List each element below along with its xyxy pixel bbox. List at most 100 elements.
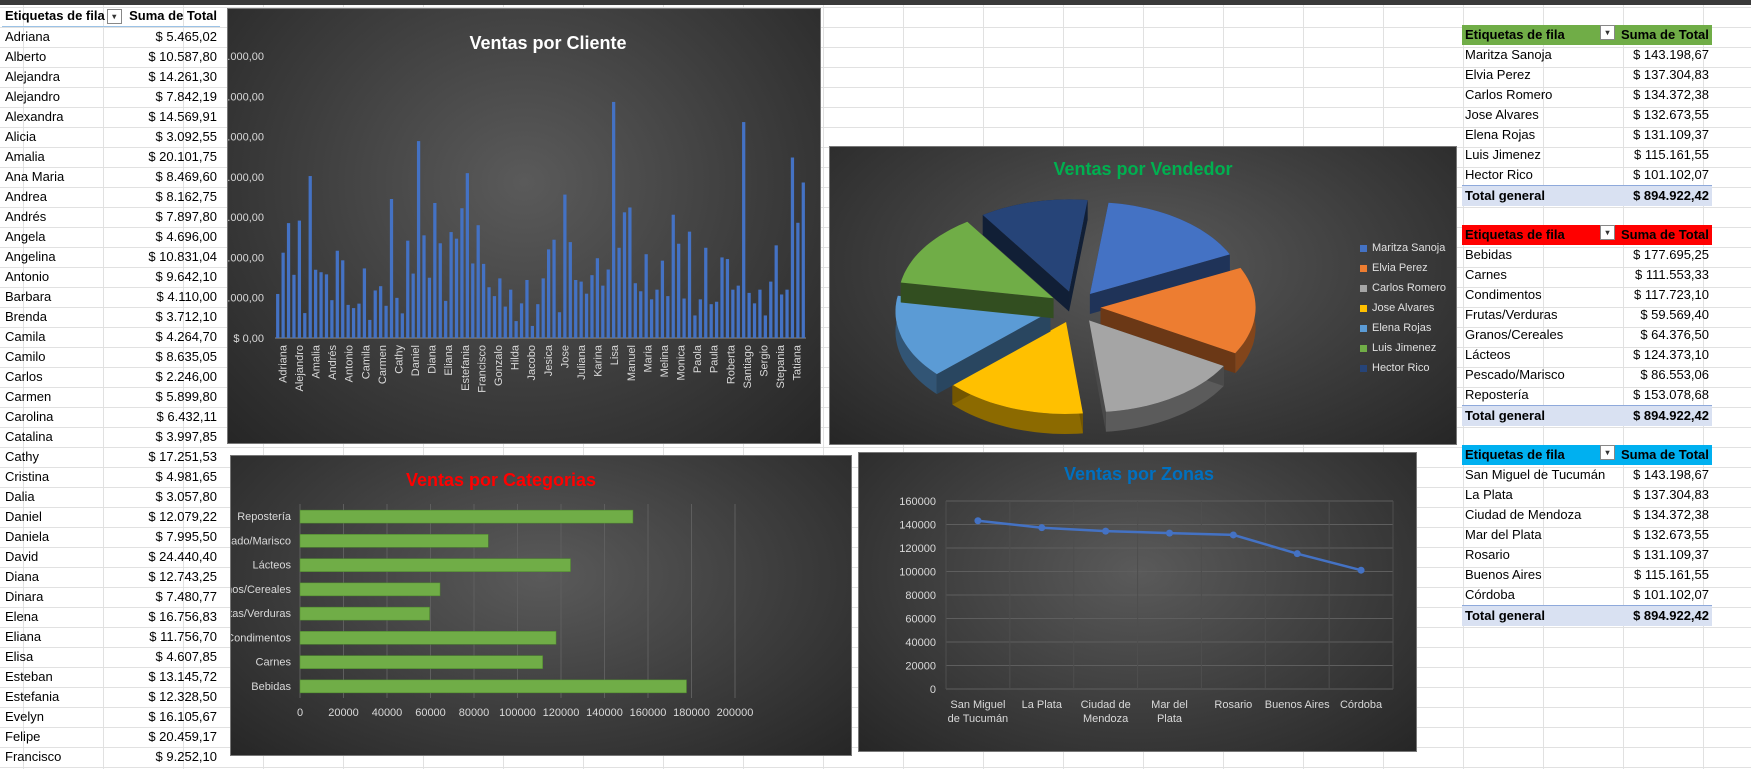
row-value[interactable]: $ 17.251,53	[126, 447, 220, 467]
row-value[interactable]: $ 143.198,67	[1618, 465, 1712, 485]
row-value[interactable]: $ 134.372,38	[1618, 85, 1712, 105]
bar[interactable]	[568, 242, 572, 338]
pivot-row[interactable]: Repostería $ 153.078,68	[1462, 385, 1712, 406]
pivot-row[interactable]: Camila $ 4.264,70	[2, 327, 220, 347]
chart-ventas-por-categorias[interactable]: Ventas por Categorias 0 20000 40000 60000 800…	[230, 455, 852, 756]
bar[interactable]	[655, 289, 659, 338]
bar[interactable]	[335, 250, 339, 338]
row-label[interactable]: Andrés	[2, 207, 126, 227]
bar[interactable]	[720, 257, 724, 338]
pivot-row[interactable]: San Miguel de Tucumán $ 143.198,67	[1462, 465, 1712, 485]
pivot-row[interactable]: Daniel $ 12.079,22	[2, 507, 220, 527]
bar[interactable]	[552, 239, 556, 338]
bar[interactable]	[476, 225, 480, 338]
bar[interactable]	[595, 258, 600, 338]
row-label[interactable]: Repostería	[1462, 385, 1618, 406]
bar[interactable]	[763, 315, 767, 338]
row-label[interactable]: Ana Maria	[2, 167, 126, 187]
pivot-row[interactable]: Andrés $ 7.897,80	[2, 207, 220, 227]
bar[interactable]	[299, 534, 489, 548]
bar[interactable]	[330, 300, 334, 338]
row-value[interactable]: $ 7.480,77	[126, 587, 220, 607]
bar[interactable]	[612, 101, 616, 338]
row-label[interactable]: Daniel	[2, 507, 126, 527]
row-label[interactable]: Amalia	[2, 147, 126, 167]
bar[interactable]	[438, 243, 442, 338]
pivot-row[interactable]: Luis Jimenez $ 115.161,55	[1462, 145, 1712, 165]
bar[interactable]	[769, 281, 773, 338]
bar[interactable]	[297, 220, 302, 338]
pivot-header-value[interactable]: Suma de Total	[1618, 25, 1712, 45]
bar[interactable]	[362, 268, 367, 338]
bar[interactable]	[351, 308, 356, 338]
row-value[interactable]: $ 137.304,83	[1618, 65, 1712, 85]
pivot-row[interactable]: Catalina $ 3.997,85	[2, 427, 220, 447]
bar[interactable]	[492, 296, 497, 338]
row-value[interactable]: $ 12.743,25	[126, 567, 220, 587]
pivot-row[interactable]: Alicia $ 3.092,55	[2, 127, 220, 147]
row-label[interactable]: Barbara	[2, 287, 126, 307]
pivot-row[interactable]: Lácteos $ 124.373,10	[1462, 345, 1712, 365]
pivot-header-value[interactable]: Suma de Total	[1618, 225, 1712, 245]
bar[interactable]	[563, 194, 567, 338]
pivot-row[interactable]: Cristina $ 4.981,65	[2, 467, 220, 487]
pivot-row[interactable]: Carnes $ 111.553,33	[1462, 265, 1712, 285]
bar[interactable]	[725, 259, 730, 338]
row-label[interactable]: Dalia	[2, 487, 126, 507]
row-label[interactable]: Luis Jimenez	[1462, 145, 1618, 165]
row-label[interactable]: Diana	[2, 567, 126, 587]
row-value[interactable]: $ 7.897,80	[126, 207, 220, 227]
bar[interactable]	[758, 289, 762, 338]
bar[interactable]	[785, 289, 789, 338]
pivot-header-value[interactable]: Suma de Total	[126, 6, 220, 27]
row-label[interactable]: Carolina	[2, 407, 126, 427]
row-label[interactable]: Andrea	[2, 187, 126, 207]
row-label[interactable]: Dinara	[2, 587, 126, 607]
bar[interactable]	[406, 240, 410, 338]
row-label[interactable]: Angela	[2, 227, 126, 247]
row-value[interactable]: $ 132.673,55	[1618, 525, 1712, 545]
pivot-header-value[interactable]: Suma de Total	[1618, 445, 1712, 465]
bar[interactable]	[422, 235, 426, 338]
row-label[interactable]: Bebidas	[1462, 245, 1618, 265]
bar[interactable]	[286, 223, 291, 338]
row-label[interactable]: David	[2, 547, 126, 567]
row-label[interactable]: Cathy	[2, 447, 126, 467]
pivot-row[interactable]: Carmen $ 5.899,80	[2, 387, 220, 407]
row-value[interactable]: $ 8.162,75	[126, 187, 220, 207]
row-value[interactable]: $ 86.553,06	[1618, 365, 1712, 385]
row-value[interactable]: $ 4.264,70	[126, 327, 220, 347]
pivot-row[interactable]: Elena $ 16.756,83	[2, 607, 220, 627]
pivot-row[interactable]: Granos/Cereales $ 64.376,50	[1462, 325, 1712, 345]
pivot-row[interactable]: David $ 24.440,40	[2, 547, 220, 567]
row-value[interactable]: $ 20.101,75	[126, 147, 220, 167]
row-label[interactable]: Frutas/Verduras	[1462, 305, 1618, 325]
row-value[interactable]: $ 124.373,10	[1618, 345, 1712, 365]
total-value[interactable]: $ 894.922,42	[1618, 186, 1712, 207]
pivot-row[interactable]: La Plata $ 137.304,83	[1462, 485, 1712, 505]
bar[interactable]	[584, 293, 589, 338]
bar[interactable]	[324, 274, 329, 338]
row-value[interactable]: $ 4.981,65	[126, 467, 220, 487]
bar[interactable]	[628, 207, 632, 338]
row-label[interactable]: Evelyn	[2, 707, 126, 727]
data-point[interactable]	[1357, 566, 1365, 574]
bar[interactable]	[454, 238, 459, 338]
chart-ventas-por-cliente[interactable]: Ventas por Cliente $ 0,00 $ 5.000,00 $ 10.0…	[227, 8, 821, 444]
pivot-total-row[interactable]: Total general $ 894.922,42	[1462, 405, 1712, 426]
pivot-row[interactable]: Francisco $ 9.252,10	[2, 747, 220, 767]
pivot-row[interactable]: Brenda $ 3.712,10	[2, 307, 220, 327]
row-value[interactable]: $ 11.756,70	[126, 627, 220, 647]
pivot-header-row-labels[interactable]: Etiquetas de fila ▾	[2, 6, 126, 27]
row-label[interactable]: Pescado/Marisco	[1462, 365, 1618, 385]
row-label[interactable]: Ciudad de Mendoza	[1462, 505, 1618, 525]
bar[interactable]	[747, 292, 751, 338]
row-label[interactable]: Francisco	[2, 747, 126, 767]
bar[interactable]	[384, 305, 388, 338]
row-value[interactable]: $ 6.432,11	[126, 407, 220, 427]
pivot-row[interactable]: Maritza Sanoja $ 143.198,67	[1462, 45, 1712, 65]
row-value[interactable]: $ 101.102,07	[1618, 165, 1712, 186]
pivot-row[interactable]: Córdoba $ 101.102,07	[1462, 585, 1712, 606]
pivot-row[interactable]: Evelyn $ 16.105,67	[2, 707, 220, 727]
bar[interactable]	[660, 260, 665, 338]
